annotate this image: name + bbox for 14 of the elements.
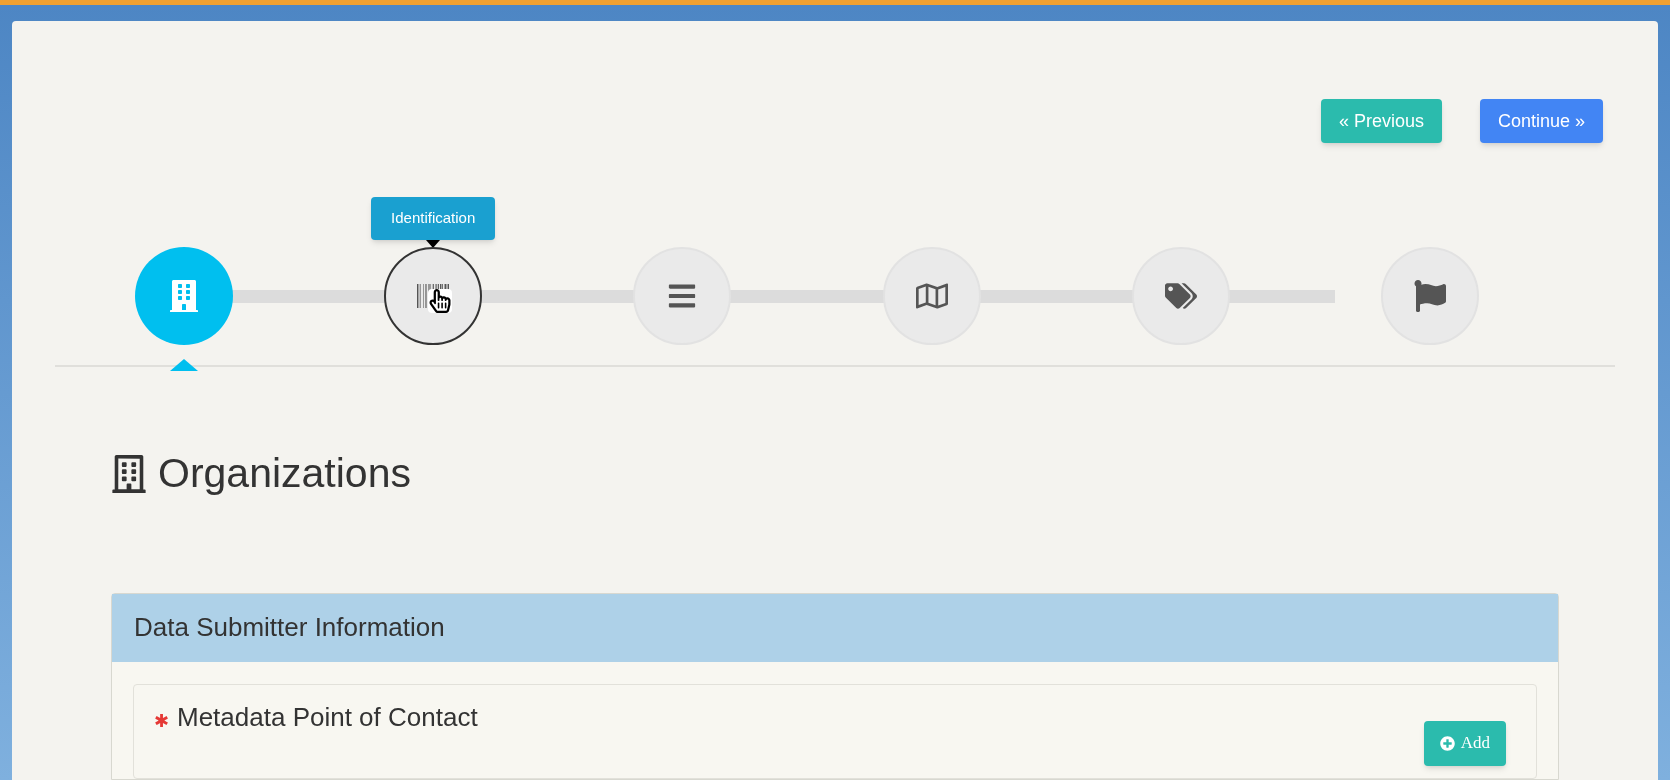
panel-title: Data Submitter Information (134, 611, 445, 644)
flag-icon (1413, 280, 1446, 312)
page-heading: Organizations (158, 449, 411, 498)
pointer-hand-icon (428, 289, 453, 313)
continue-button[interactable]: Continue » (1479, 99, 1603, 143)
add-button[interactable]: Add (1423, 720, 1506, 766)
section-title: Metadata Point of Contact (177, 700, 478, 733)
building-icon (168, 280, 200, 312)
tooltip: Identification (371, 197, 496, 240)
required-mark: ✱ (154, 711, 169, 730)
previous-button[interactable]: « Previous (1320, 99, 1442, 143)
tags-icon (1164, 280, 1197, 312)
active-step-marker (170, 359, 198, 371)
building-icon (110, 454, 148, 493)
